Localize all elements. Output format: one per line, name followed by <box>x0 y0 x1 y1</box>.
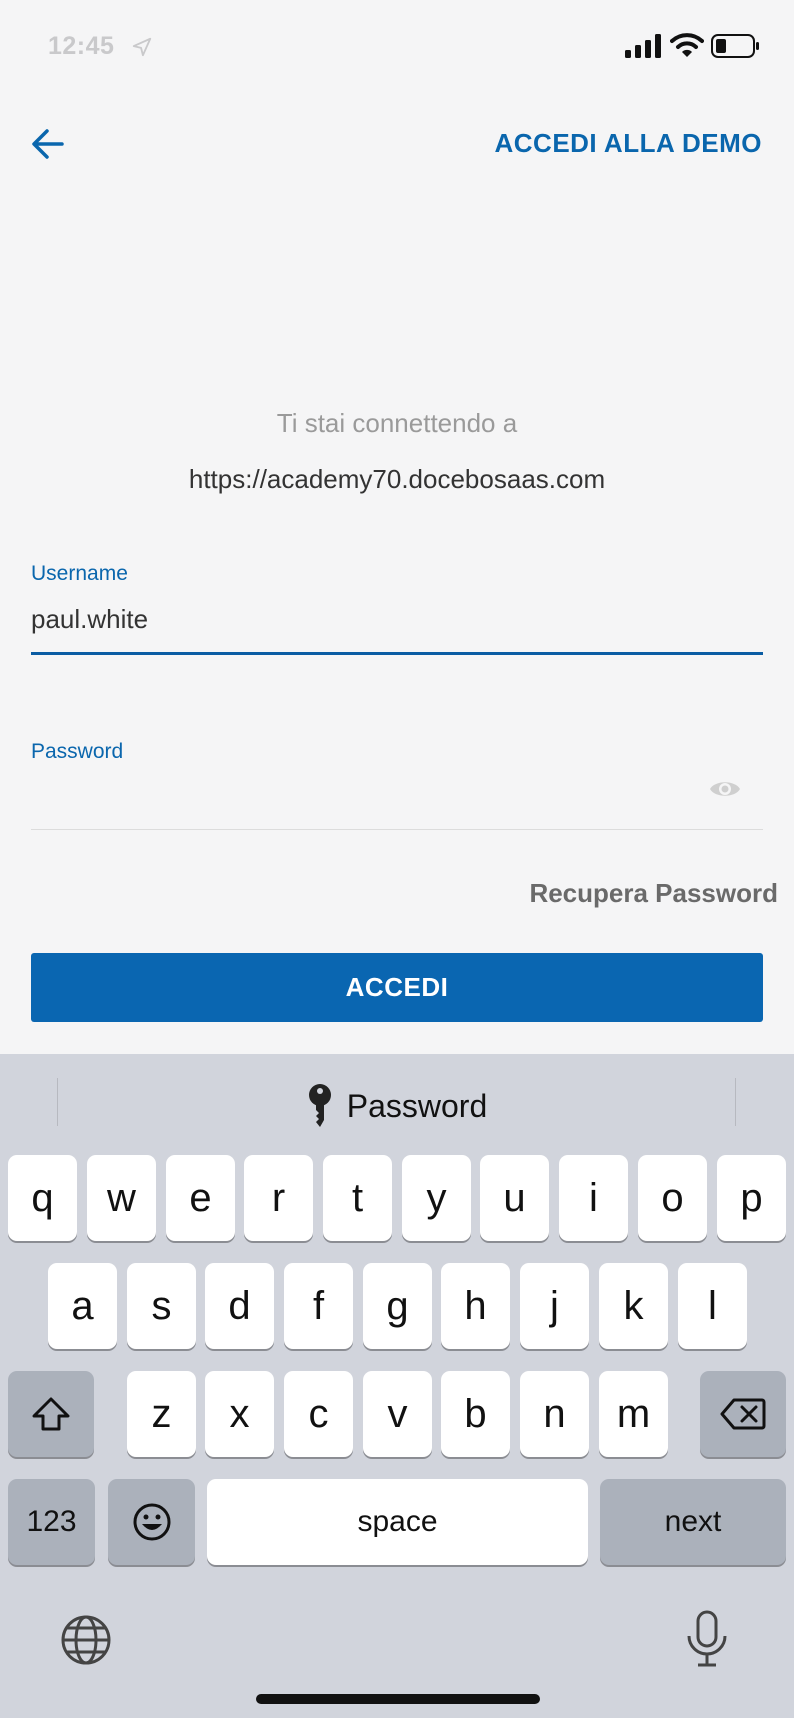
key-n[interactable]: n <box>520 1371 589 1457</box>
back-arrow-icon[interactable] <box>28 124 68 164</box>
next-key[interactable]: next <box>600 1479 786 1565</box>
home-indicator[interactable] <box>256 1694 540 1704</box>
status-time: 12:45 <box>48 32 115 60</box>
emoji-icon <box>133 1503 170 1541</box>
connecting-label: Ti stai connettendo a <box>276 408 518 438</box>
key-r[interactable]: r <box>244 1155 313 1241</box>
key-b[interactable]: b <box>441 1371 510 1457</box>
backspace-icon <box>720 1398 766 1430</box>
key-t[interactable]: t <box>323 1155 392 1241</box>
key-h[interactable]: h <box>441 1263 510 1349</box>
server-url: https://academy70.docebosaas.com <box>188 464 606 494</box>
username-field[interactable]: Username paul.white <box>31 562 763 656</box>
delete-key[interactable] <box>700 1371 786 1457</box>
shift-icon <box>32 1397 70 1431</box>
cellular-signal-icon <box>625 34 661 58</box>
key-c[interactable]: c <box>284 1371 353 1457</box>
keyboard: Password q w e r t y u i o p a s d f g h… <box>0 1054 794 1718</box>
username-label: Username <box>31 562 128 585</box>
key-p[interactable]: p <box>717 1155 786 1241</box>
key-v[interactable]: v <box>363 1371 432 1457</box>
key-w[interactable]: w <box>87 1155 156 1241</box>
key-y[interactable]: y <box>402 1155 471 1241</box>
microphone-icon[interactable] <box>684 1610 730 1668</box>
emoji-key[interactable] <box>108 1479 195 1565</box>
location-icon <box>132 37 152 57</box>
key-m[interactable]: m <box>599 1371 668 1457</box>
key-g[interactable]: g <box>363 1263 432 1349</box>
key-d[interactable]: d <box>205 1263 274 1349</box>
key-i[interactable]: i <box>559 1155 628 1241</box>
password-suggestion-label: Password <box>346 1087 488 1124</box>
recover-password-link[interactable]: Recupera Password <box>529 878 778 909</box>
key-l[interactable]: l <box>678 1263 747 1349</box>
key-j[interactable]: j <box>520 1263 589 1349</box>
key-k[interactable]: k <box>599 1263 668 1349</box>
key-x[interactable]: x <box>205 1371 274 1457</box>
key-u[interactable]: u <box>480 1155 549 1241</box>
battery-icon <box>711 34 759 58</box>
wifi-icon <box>670 33 704 57</box>
key-icon <box>308 1084 331 1127</box>
password-field[interactable]: Password <box>31 740 763 832</box>
status-bar: 12:45 <box>0 0 794 96</box>
key-s[interactable]: s <box>127 1263 196 1349</box>
space-key[interactable]: space <box>207 1479 588 1565</box>
globe-icon[interactable] <box>60 1614 112 1666</box>
password-label: Password <box>31 740 124 763</box>
numbers-key[interactable]: 123 <box>8 1479 95 1565</box>
key-o[interactable]: o <box>638 1155 707 1241</box>
key-a[interactable]: a <box>48 1263 117 1349</box>
username-underline <box>31 652 763 655</box>
login-button[interactable]: ACCEDI <box>31 953 763 1022</box>
username-input[interactable]: paul.white <box>31 604 148 635</box>
key-e[interactable]: e <box>166 1155 235 1241</box>
key-q[interactable]: q <box>8 1155 77 1241</box>
shift-key[interactable] <box>8 1371 94 1457</box>
eye-icon[interactable] <box>709 778 741 800</box>
key-f[interactable]: f <box>284 1263 353 1349</box>
password-suggestion[interactable]: Password <box>0 1082 794 1130</box>
key-z[interactable]: z <box>127 1371 196 1457</box>
password-underline <box>31 829 763 830</box>
demo-login-link[interactable]: ACCEDI ALLA DEMO <box>494 128 762 159</box>
